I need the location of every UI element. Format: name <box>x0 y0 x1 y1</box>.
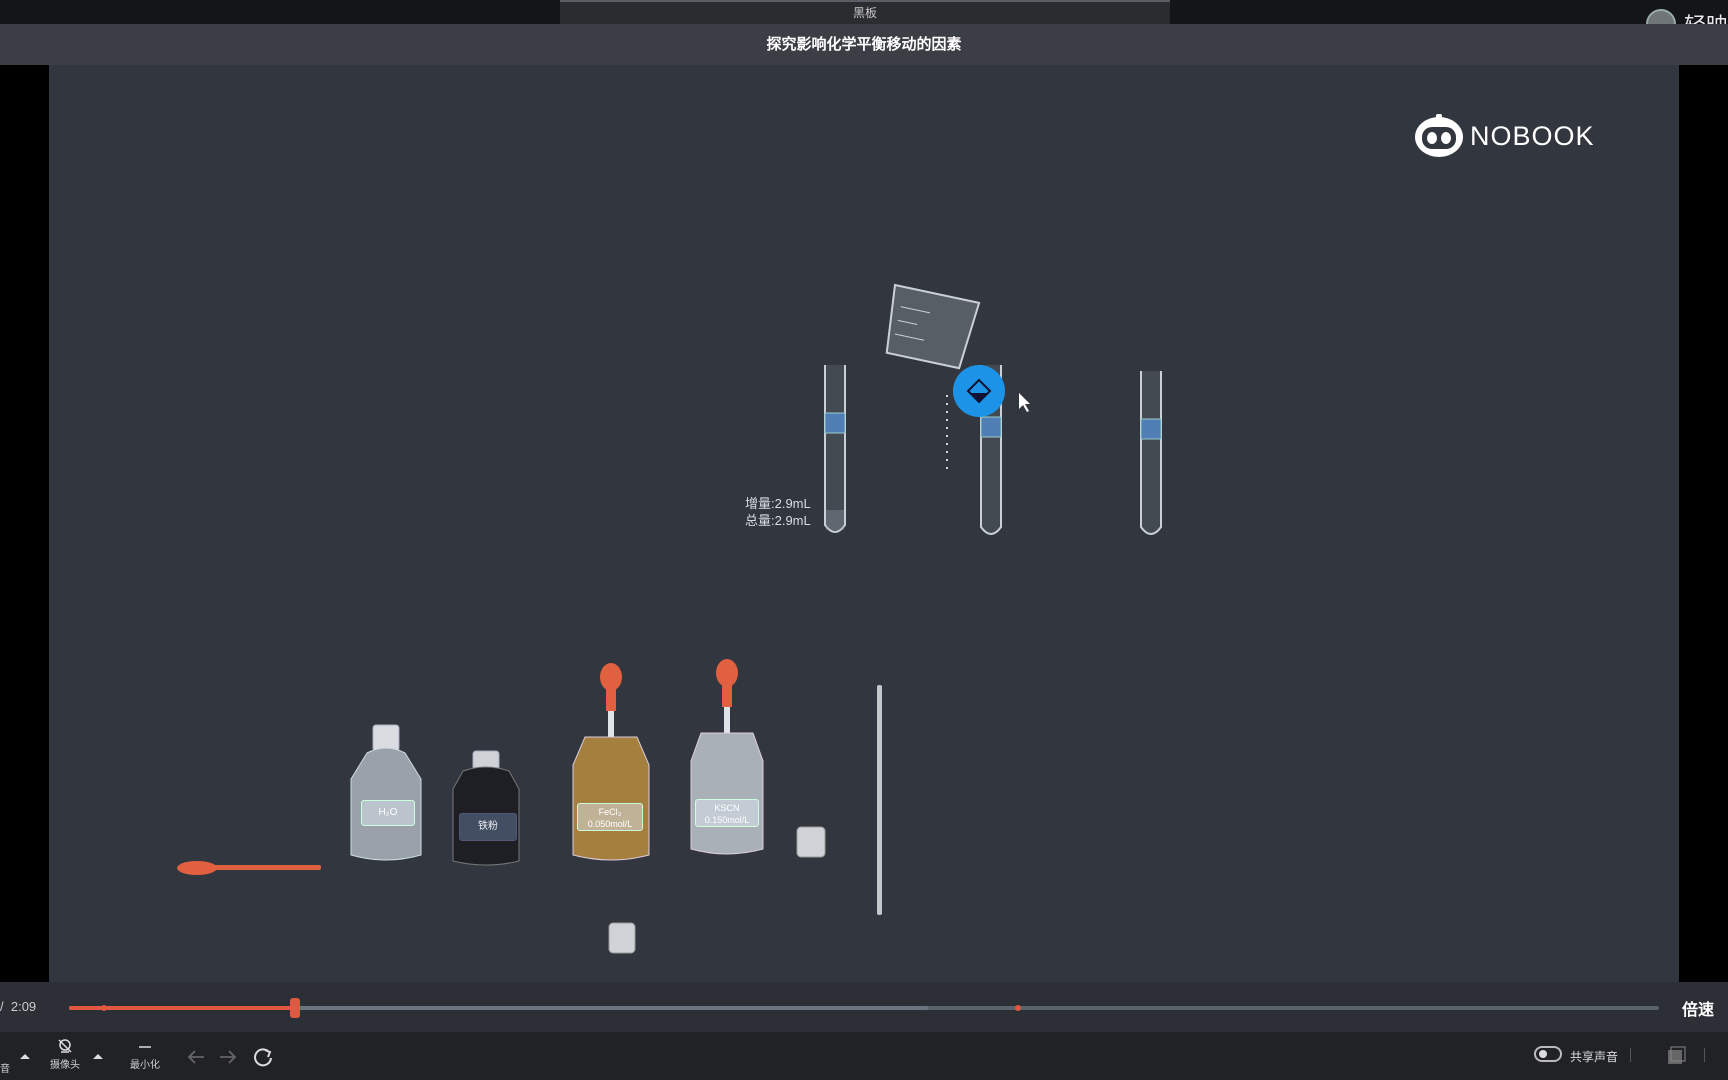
minimize-button[interactable]: 最小化 <box>130 1040 160 1071</box>
audio-label: 音 <box>0 1064 10 1075</box>
reagent-label-fecl3: FeCl₃ 0.050mol/L <box>577 803 643 831</box>
reagent-label-kscn: KSCN 0.150mol/L <box>695 799 759 827</box>
camera-label: 摄像头 <box>50 1060 80 1071</box>
audio-item-partial[interactable]: 音 <box>0 1058 10 1075</box>
window-tab-title[interactable]: 黑板 <box>560 0 1170 24</box>
experiment-canvas[interactable]: NOBOOK 增量:2.9mL 总量:2.9mL H₂O 铁粉 FeCl₃ 0.… <box>49 65 1679 982</box>
bottle-stopper-1[interactable] <box>796 826 826 858</box>
speed-button[interactable]: 倍速 <box>1682 996 1714 1020</box>
caret-up-icon[interactable] <box>93 1052 103 1060</box>
reagent-label-h2o: H₂O <box>361 800 415 826</box>
minimize-label: 最小化 <box>130 1060 160 1071</box>
lab-apparatus <box>177 283 1162 954</box>
time-display: / 2:09 <box>0 999 36 1014</box>
page-title: 探究影响化学平衡移动的因素 <box>0 24 1728 65</box>
progress-marker[interactable] <box>100 1005 107 1011</box>
share-audio-label: 共享声音 <box>1570 1050 1619 1064</box>
mouse-cursor-icon <box>1019 393 1030 412</box>
share-audio-toggle[interactable] <box>1534 1046 1562 1062</box>
total-label: 总量:2.9mL <box>745 513 811 528</box>
test-tube-1[interactable] <box>824 365 846 533</box>
increment-label: 增量:2.9mL <box>745 496 811 511</box>
glass-rod[interactable] <box>877 685 882 915</box>
reagent-label-iron: 铁粉 <box>459 813 517 841</box>
bottle-iron-powder[interactable] <box>452 750 520 866</box>
total-time: 2:09 <box>10 999 37 1014</box>
bottle-h2o[interactable] <box>350 724 422 861</box>
minimize-icon <box>139 1046 151 1048</box>
beaker[interactable] <box>881 283 981 370</box>
window-top-bar: 黑板 <box>0 0 1728 24</box>
camera-button[interactable]: 摄像头 <box>50 1038 80 1071</box>
progress-marker[interactable] <box>1015 1005 1022 1011</box>
progress-knob[interactable] <box>289 998 300 1018</box>
bottle-stopper-2[interactable] <box>608 922 636 954</box>
test-tube-3[interactable] <box>1140 371 1162 535</box>
video-progress-bar[interactable]: / 2:09 倍速 <box>0 982 1728 1032</box>
camera-off-icon <box>58 1039 72 1053</box>
time-separator: / <box>0 999 4 1014</box>
toolbar-divider <box>1704 1048 1705 1062</box>
video-area[interactable]: NOBOOK 增量:2.9mL 总量:2.9mL H₂O 铁粉 FeCl₃ 0.… <box>0 65 1728 982</box>
caret-up-icon[interactable] <box>20 1052 30 1060</box>
bottom-toolbar: 音 摄像头 最小化 共享声音 <box>0 1032 1728 1080</box>
progress-track[interactable] <box>69 998 1659 1018</box>
spoon[interactable] <box>177 861 321 875</box>
refresh-icon[interactable] <box>252 1046 274 1068</box>
pour-tool-icon[interactable] <box>953 365 1005 417</box>
window-icon[interactable] <box>1666 1046 1686 1066</box>
arrow-left-icon[interactable] <box>186 1048 206 1066</box>
toolbar-divider <box>1630 1048 1631 1062</box>
arrow-right-icon[interactable] <box>218 1048 238 1066</box>
